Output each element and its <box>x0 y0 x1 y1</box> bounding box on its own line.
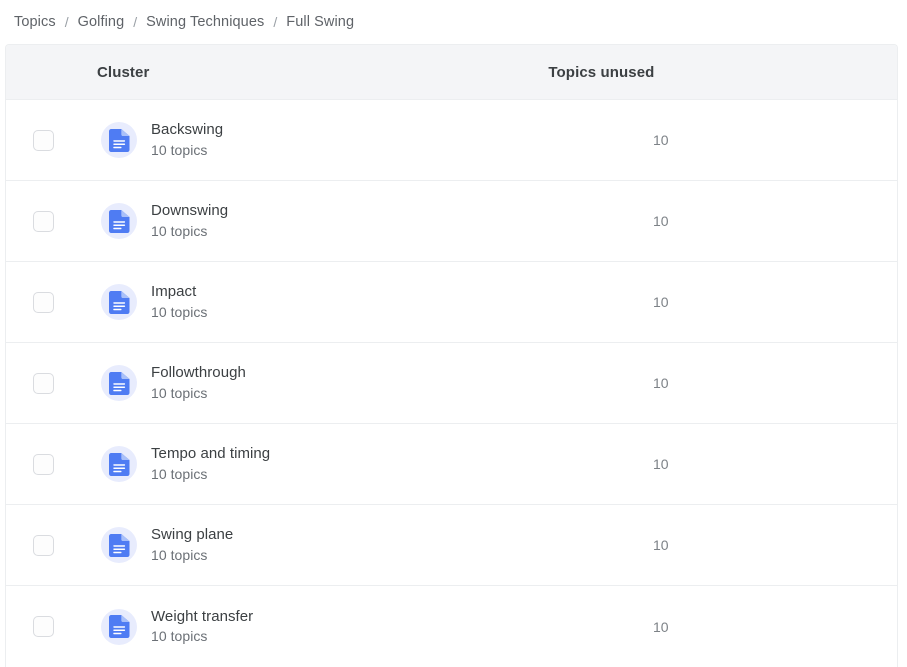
row-checkbox[interactable] <box>33 534 54 556</box>
cluster-cell: Followthrough 10 topics <box>101 363 653 402</box>
row-checkbox[interactable] <box>33 616 54 637</box>
cluster-topic-count: 10 topics <box>151 465 208 482</box>
row-checkbox[interactable] <box>33 372 54 394</box>
cluster-topic-count: 10 topics <box>151 628 208 645</box>
topics-unused-value: 10 <box>653 618 669 635</box>
breadcrumb-item-full-swing[interactable]: Full Swing <box>286 14 354 30</box>
cluster-text: Followthrough 10 topics <box>151 363 246 402</box>
cluster-cell: Impact 10 topics <box>101 282 653 321</box>
cluster-topic-count: 10 topics <box>151 303 208 320</box>
row-select-cell <box>6 616 102 637</box>
cluster-name[interactable]: Tempo and timing <box>151 444 270 463</box>
cluster-name[interactable]: Swing plane <box>151 525 233 544</box>
document-icon <box>101 527 137 563</box>
table-row[interactable]: Tempo and timing 10 topics 10 <box>6 424 897 505</box>
cluster-table: Cluster Topics unused Backswing 10 topics… <box>5 44 898 667</box>
cluster-topic-count: 10 topics <box>151 384 208 401</box>
breadcrumb-item-swing-techniques[interactable]: Swing Techniques <box>146 14 264 30</box>
table-header-row: Cluster Topics unused <box>6 45 897 100</box>
cluster-text: Downswing 10 topics <box>151 201 228 240</box>
table-row[interactable]: Weight transfer 10 topics 10 <box>6 586 897 667</box>
topics-unused-value: 10 <box>653 213 669 229</box>
table-body: Backswing 10 topics 10 Downswing 10 topics 1… <box>6 100 897 667</box>
cluster-name[interactable]: Followthrough <box>151 363 246 382</box>
breadcrumb-separator: / <box>64 14 69 30</box>
column-header-cluster[interactable]: Cluster <box>6 64 149 81</box>
table-row[interactable]: Swing plane 10 topics 10 <box>6 505 897 586</box>
cluster-text: Swing plane 10 topics <box>151 525 233 564</box>
row-select-cell <box>6 291 102 313</box>
row-select-cell <box>6 372 102 394</box>
cluster-text: Tempo and timing 10 topics <box>151 444 270 483</box>
row-checkbox[interactable] <box>33 129 54 151</box>
row-checkbox[interactable] <box>33 453 54 475</box>
row-select-cell <box>6 453 102 475</box>
cluster-name[interactable]: Impact <box>151 282 207 301</box>
row-select-cell <box>6 210 102 232</box>
cluster-text: Weight transfer 10 topics <box>151 607 253 646</box>
breadcrumb-separator: / <box>273 14 278 30</box>
document-icon <box>101 284 137 320</box>
cluster-cell: Tempo and timing 10 topics <box>101 444 653 483</box>
row-checkbox[interactable] <box>33 210 54 232</box>
cluster-cell: Backswing 10 topics <box>101 120 653 159</box>
cluster-cell: Downswing 10 topics <box>101 201 653 240</box>
cluster-text: Impact 10 topics <box>151 282 207 321</box>
document-icon <box>101 608 137 645</box>
topics-unused-value: 10 <box>653 456 669 472</box>
breadcrumb-separator: / <box>133 14 138 30</box>
cluster-name[interactable]: Downswing <box>151 201 228 220</box>
breadcrumb-item-topics[interactable]: Topics <box>14 14 56 30</box>
cluster-topic-count: 10 topics <box>151 222 208 239</box>
table-row[interactable]: Downswing 10 topics 10 <box>6 181 897 262</box>
cluster-cell: Weight transfer 10 topics <box>101 607 653 646</box>
cluster-name[interactable]: Backswing <box>151 120 223 139</box>
table-row[interactable]: Followthrough 10 topics 10 <box>6 343 897 424</box>
document-icon <box>101 365 137 401</box>
cluster-text: Backswing 10 topics <box>151 120 223 159</box>
topics-unused-value: 10 <box>653 537 669 553</box>
row-checkbox[interactable] <box>33 291 54 313</box>
topics-unused-value: 10 <box>653 132 669 148</box>
cluster-cell: Swing plane 10 topics <box>101 525 653 564</box>
row-select-cell <box>6 129 102 151</box>
topics-unused-value: 10 <box>653 375 669 391</box>
column-header-topics-unused[interactable]: Topics unused <box>149 64 654 81</box>
document-icon <box>101 122 137 158</box>
breadcrumb-item-golfing[interactable]: Golfing <box>78 14 125 30</box>
document-icon <box>101 203 137 239</box>
cluster-topic-count: 10 topics <box>151 141 208 158</box>
table-row[interactable]: Backswing 10 topics 10 <box>6 100 897 181</box>
breadcrumb: Topics / Golfing / Swing Techniques / Fu… <box>0 0 907 44</box>
cluster-name[interactable]: Weight transfer <box>151 607 253 626</box>
topics-unused-value: 10 <box>653 294 669 310</box>
table-row[interactable]: Impact 10 topics 10 <box>6 262 897 343</box>
cluster-topic-count: 10 topics <box>151 546 208 563</box>
row-select-cell <box>6 534 102 556</box>
document-icon <box>101 446 137 482</box>
